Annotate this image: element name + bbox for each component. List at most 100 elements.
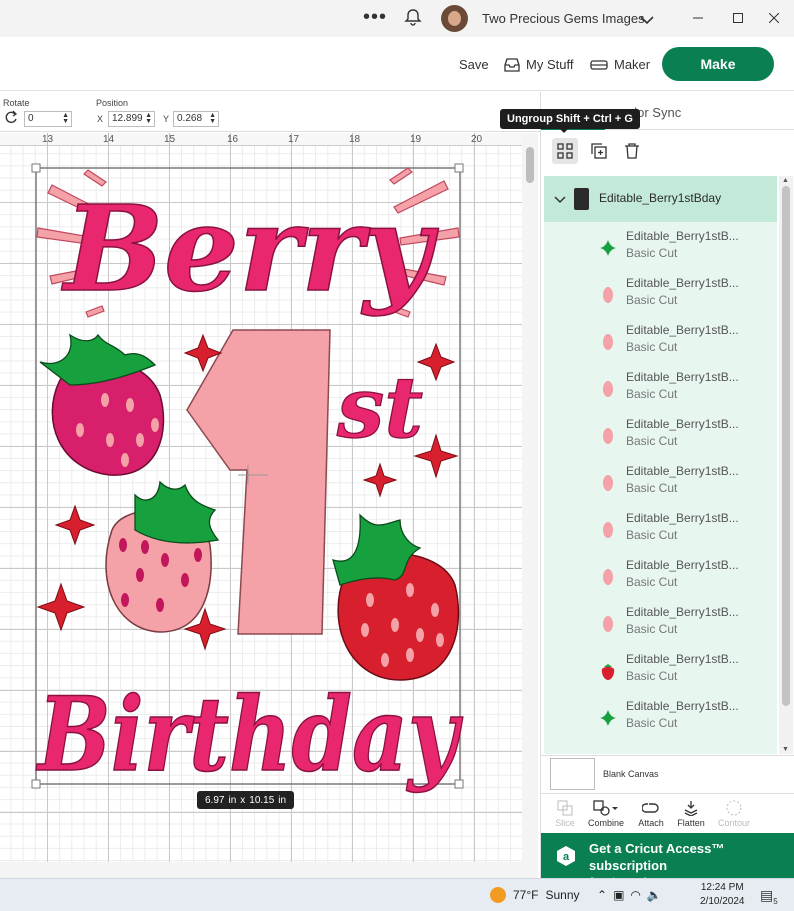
layer-type: Basic Cut [626, 622, 678, 636]
strawberry-thumbnail-icon [598, 661, 618, 681]
resize-handle[interactable] [31, 163, 41, 173]
layer-name: Editable_Berry1stB... [626, 370, 739, 384]
windows-taskbar: 77°F Sunny ⌃ ▣ ◠ 🔈 12:24 PM 2/10/2024 ▤5 [0, 878, 794, 911]
layer-type: Basic Cut [626, 669, 678, 683]
layer-row[interactable]: Editable_Berry1stB... Basic Cut [544, 269, 777, 316]
seed-thumbnail-icon [598, 379, 618, 399]
avatar[interactable] [441, 5, 468, 32]
close-icon[interactable] [764, 8, 784, 28]
maker-button[interactable]: Maker [590, 57, 650, 72]
notification-icon[interactable]: ▤5 [760, 887, 778, 906]
cricut-access-banner[interactable]: a Get a Cricut Access™ subscription for … [541, 833, 794, 890]
clock[interactable]: 12:24 PM 2/10/2024 [700, 881, 745, 909]
more-icon[interactable]: ••• [363, 6, 387, 29]
weather-widget[interactable]: 77°F Sunny [490, 887, 580, 903]
machine-icon [590, 59, 608, 70]
layer-type: Basic Cut [626, 481, 678, 495]
ruler-tick: 14 [103, 134, 115, 145]
layer-row[interactable]: Editable_Berry1stB... Basic Cut [544, 598, 777, 645]
panel-scrollbar[interactable]: ▲ ▼ [779, 176, 793, 754]
wifi-icon[interactable]: ◠ [630, 888, 640, 902]
layer-row[interactable]: Editable_Berry1stB... Basic Cut [544, 692, 777, 739]
layer-type: Basic Cut [626, 293, 678, 307]
flatten-button[interactable]: Flatten [668, 798, 714, 828]
layer-list[interactable]: Editable_Berry1stBday Editable_Berry1stB… [544, 176, 777, 754]
slice-button[interactable]: Slice [542, 798, 588, 828]
ruler-tick: 17 [288, 134, 300, 145]
ruler-tick: 15 [164, 134, 176, 145]
volume-icon[interactable]: 🔈 [647, 888, 662, 902]
layer-name: Editable_Berry1stB... [626, 464, 739, 478]
layer-row[interactable]: Editable_Berry1stB... Basic Cut [544, 457, 777, 504]
layer-row[interactable]: Editable_Berry1stB... Basic Cut [544, 551, 777, 598]
blank-canvas-row[interactable]: Blank Canvas [541, 755, 794, 793]
x-value: 12.899 [112, 113, 143, 124]
account-name[interactable]: Two Precious Gems Images [482, 11, 645, 26]
delete-icon[interactable] [619, 138, 645, 164]
system-tray: ⌃ ▣ ◠ 🔈 [597, 888, 662, 902]
ungroup-icon[interactable] [552, 138, 578, 164]
seed-thumbnail-icon [598, 520, 618, 540]
ruler-tick: 18 [349, 134, 361, 145]
design-canvas[interactable]: Berry st Birthday [0, 146, 522, 862]
leaf-thumbnail-icon [598, 708, 618, 728]
x-input[interactable]: 12.899 ▲ ▼ [108, 111, 155, 127]
make-button[interactable]: Make [662, 47, 774, 81]
berry-text: Berry [61, 179, 439, 318]
chevron-down-icon[interactable] [640, 12, 654, 30]
strawberry-red [332, 513, 460, 681]
seed-thumbnail-icon [598, 567, 618, 587]
maximize-icon[interactable] [728, 8, 748, 28]
layer-group[interactable]: Editable_Berry1stBday [544, 176, 777, 222]
device-icon[interactable]: ▣ [613, 888, 624, 902]
rotate-input[interactable]: 0 ▲ ▼ [24, 111, 72, 127]
canvas-vertical-scrollbar[interactable] [522, 133, 538, 862]
operations-bar: Slice Combine Attach Flatten Contour [541, 793, 794, 833]
artwork[interactable]: Berry st Birthday [0, 146, 522, 862]
layer-row[interactable]: Editable_Berry1stB... Basic Cut [544, 504, 777, 551]
duplicate-icon[interactable] [586, 138, 612, 164]
y-stepper[interactable]: ▲ ▼ [209, 112, 216, 125]
promo-line-1: Get a Cricut Access™ subscription [589, 841, 725, 873]
layer-name: Editable_Berry1stB... [626, 276, 739, 290]
blank-canvas-label: Blank Canvas [603, 769, 659, 779]
position-label: Position [96, 98, 129, 108]
cricut-access-icon: a [555, 845, 577, 867]
slice-label: Slice [555, 818, 575, 828]
layer-name: Editable_Berry1stB... [626, 417, 739, 431]
layer-row[interactable]: Editable_Berry1stB... Basic Cut [544, 645, 777, 692]
layer-row[interactable]: Editable_Berry1stB... Basic Cut [544, 410, 777, 457]
minimize-icon[interactable] [688, 8, 708, 28]
seed-thumbnail-icon [598, 614, 618, 634]
bell-icon[interactable] [404, 8, 422, 31]
canvas-horizontal-scrollbar[interactable] [0, 862, 538, 878]
layer-row[interactable]: Editable_Berry1stB... Basic Cut [544, 316, 777, 363]
rotate-value: 0 [28, 113, 34, 124]
title-bar: ••• Two Precious Gems Images [0, 0, 794, 37]
chevron-down-icon[interactable] [554, 192, 566, 210]
resize-handle[interactable] [454, 163, 464, 173]
combine-label: Combine [587, 818, 625, 828]
chevron-up-icon[interactable]: ⌃ [597, 888, 607, 902]
y-label: Y [163, 114, 170, 124]
my-stuff-button[interactable]: My Stuff [504, 57, 573, 72]
layer-type: Basic Cut [626, 716, 678, 730]
layer-row[interactable]: Editable_Berry1stB... Basic Cut [544, 363, 777, 410]
flatten-label: Flatten [677, 818, 705, 828]
layer-row[interactable]: Editable_Berry1stB... Basic Cut [544, 222, 777, 269]
contour-button[interactable]: Contour [711, 798, 757, 828]
y-input[interactable]: 0.268 ▲ ▼ [173, 111, 219, 127]
size-badge: 6.97 in x 10.15 in [197, 791, 295, 809]
combine-button[interactable]: Combine [583, 798, 629, 828]
group-thumbnail [574, 188, 589, 210]
layer-tools [541, 132, 794, 170]
app-header: Save My Stuff Maker Make [0, 37, 794, 91]
rotate-label: Rotate [3, 98, 30, 108]
save-button[interactable]: Save [459, 57, 489, 72]
size-height: 10.15 [249, 794, 275, 806]
size-times: x [240, 794, 246, 806]
x-stepper[interactable]: ▲ ▼ [145, 112, 152, 125]
ruler-tick: 20 [471, 134, 483, 145]
rotate-stepper[interactable]: ▲ ▼ [62, 112, 69, 125]
contour-label: Contour [717, 818, 751, 828]
